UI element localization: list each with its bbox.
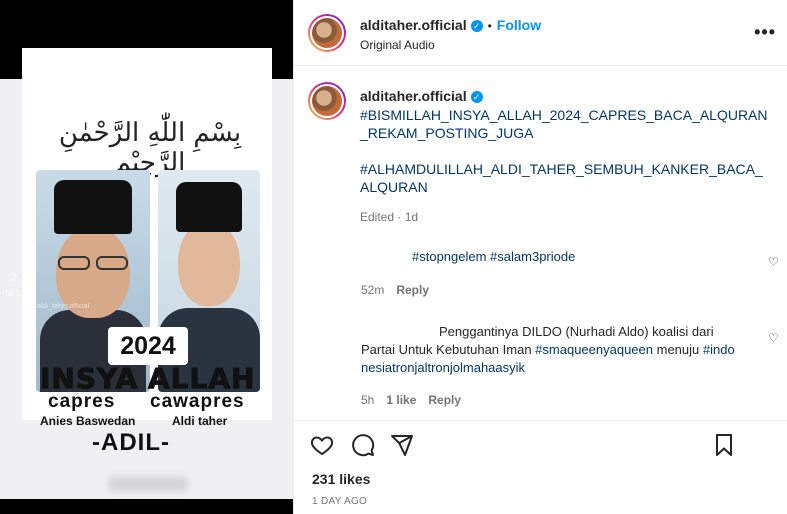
verified-badge-icon: ✓ [470, 91, 483, 103]
separator-dot: • [487, 19, 492, 33]
comment-2-meta: 5h 1 like Reply [361, 393, 473, 407]
comment-2-hashtag-a[interactable]: #smaqueenyaqueen [535, 342, 653, 357]
post-media[interactable]: بِسْمِ اللّٰهِ الرَّحْمٰنِ الرَّحِيْمِ 2… [0, 0, 293, 514]
action-bar [294, 420, 787, 464]
audio-link[interactable]: Original Audio [360, 38, 435, 52]
avatar[interactable] [308, 14, 346, 52]
caption-hashtag-1[interactable]: #BISMILLAH_INSYA_ALLAH_2024_CAPRES_BACA_… [360, 106, 770, 142]
caption: alditaher.official ✓ #BISMILLAH_INSYA_ALL… [360, 87, 770, 226]
comment-1-like-icon[interactable]: ♡ [768, 255, 779, 269]
comment-2-text-mid: menuju [653, 342, 703, 357]
post-date: 1 DAY AGO [312, 496, 368, 507]
comment-icon[interactable] [351, 433, 375, 457]
caption-avatar[interactable] [308, 82, 346, 120]
caption-username[interactable]: alditaher.official [360, 88, 467, 104]
likes-count[interactable]: 231 likes [312, 471, 370, 487]
comment-1-time: 52m [361, 283, 385, 297]
more-options-icon[interactable]: ••• [754, 22, 776, 43]
comment-1-meta: 52m Reply [361, 283, 441, 297]
blurred-text [108, 476, 188, 492]
comment-2-text: Penggantinya DILDO (Nurhadi Aldo) koalis… [361, 323, 741, 377]
role-right: cawapres [150, 391, 245, 412]
bismillah-calligraphy: بِسْمِ اللّٰهِ الرَّحْمٰنِ الرَّحِيْمِ [58, 118, 242, 178]
header-username[interactable]: alditaher.official [360, 17, 467, 33]
name-right: Aldi taher [172, 414, 228, 428]
comment-1-reply-button[interactable]: Reply [396, 283, 429, 297]
comment-2-reply-button[interactable]: Reply [428, 393, 461, 407]
name-left: Anies Baswedan [40, 414, 136, 428]
follow-button[interactable]: Follow [497, 17, 541, 33]
comment-2-likes[interactable]: 1 like [386, 393, 416, 407]
like-heart-icon[interactable] [310, 433, 334, 457]
tiktok-icon: ♪ [10, 268, 18, 285]
save-bookmark-icon[interactable] [712, 433, 736, 457]
slogan: -ADIL- [92, 429, 170, 456]
comment-1-hashtags[interactable]: #stopngelem #salam3priode [412, 249, 575, 264]
comment-1-text: #stopngelem #salam3priode [412, 248, 575, 266]
watermark-brand: TikTok [4, 289, 27, 298]
comment-2-time: 5h [361, 393, 375, 407]
post-panel: alditaher.official ✓ • Follow Original Audi… [293, 0, 787, 514]
comment-2-like-icon[interactable]: ♡ [768, 331, 779, 345]
share-icon[interactable] [390, 433, 414, 457]
edited-time: Edited · 1d [360, 210, 419, 224]
post-header: alditaher.official ✓ • Follow Original Audi… [294, 0, 787, 66]
role-left: capres [48, 391, 116, 412]
year-label: 2024 [108, 327, 188, 365]
caption-hashtag-2[interactable]: #ALHAMDULILLAH_ALDI_TAHER_SEMBUH_KANKER_… [360, 160, 770, 196]
verified-badge-icon: ✓ [470, 20, 483, 32]
watermark-user: @aldi_taher.official [30, 303, 90, 310]
